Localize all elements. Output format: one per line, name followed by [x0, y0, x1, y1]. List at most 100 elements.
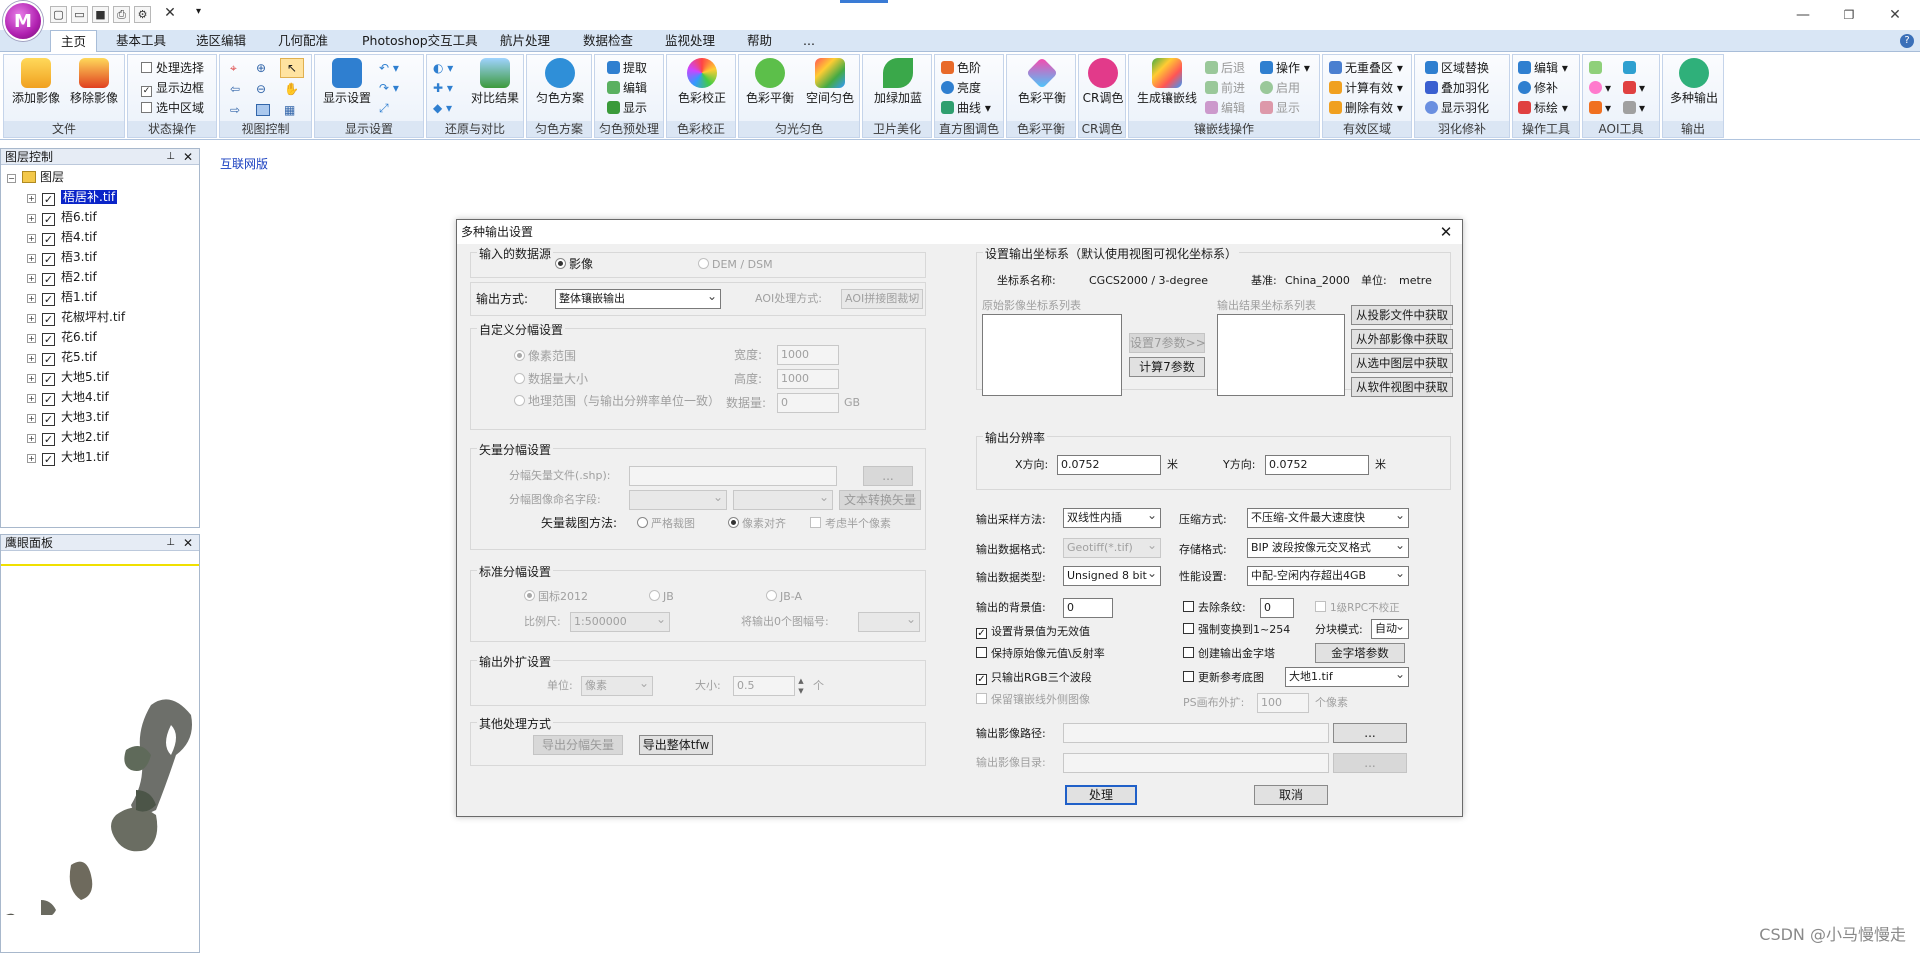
bg-invalid-checkbox[interactable]: ✓ 设置背景值为无效值 [976, 624, 1090, 640]
aoi-clip-icon[interactable]: ▾ [1623, 99, 1645, 117]
panel-close-icon[interactable]: ✕ [183, 149, 193, 165]
optool-mark-button[interactable]: 标绘 ▾ [1518, 99, 1568, 117]
scale-select[interactable]: 1:500000 [570, 612, 670, 632]
tab-help[interactable]: 帮助 [737, 30, 782, 52]
show-preview-button[interactable]: 显示 [607, 99, 647, 117]
stripe-checkbox[interactable]: 去除条纹: [1183, 600, 1246, 616]
fit-icon[interactable]: ⤢ [379, 99, 389, 117]
optool-edit-button[interactable]: 编辑 ▾ [1518, 59, 1568, 77]
multi-output-button[interactable]: 多种输出 [1665, 58, 1723, 105]
layer-visible-checkbox[interactable]: ✓ [42, 273, 55, 286]
layer-visible-checkbox[interactable]: ✓ [42, 293, 55, 306]
optool-patch-button[interactable]: 修补 [1518, 79, 1558, 97]
radio-align[interactable]: 像素对齐 [728, 516, 786, 532]
app-logo[interactable]: M [3, 1, 43, 41]
store-select[interactable]: BIP 波段按像元交叉格式 [1247, 538, 1409, 558]
undo-icon[interactable]: ↶ ▾ [379, 59, 399, 77]
block-mode-select[interactable]: 自动 [1371, 619, 1409, 639]
restore-button[interactable]: ❐ [1826, 0, 1872, 30]
fullextent-icon[interactable]: ⌖ [230, 59, 237, 77]
expand-icon[interactable]: + [27, 414, 36, 423]
edit-preview-button[interactable]: 编辑 [607, 79, 647, 97]
expand-size-input[interactable]: 0.5 [733, 676, 795, 696]
stripe-input[interactable]: 0 [1260, 598, 1294, 618]
collapse-icon[interactable]: − [7, 174, 16, 183]
show-border-checkbox[interactable]: ✓ 显示边框 [141, 79, 204, 97]
expand-unit-select[interactable]: 像素 [581, 676, 653, 696]
seam-forward-button[interactable]: 前进 [1205, 79, 1245, 97]
keep-reflectance-checkbox[interactable]: 保持原始像元值\反射率 [976, 646, 1105, 662]
tab-more[interactable]: ... [793, 30, 825, 52]
seam-back-button[interactable]: 后退 [1205, 59, 1245, 77]
radio-data-size[interactable]: 数据量大小 [514, 371, 588, 387]
base-select[interactable]: 大地1.tif [1285, 667, 1409, 687]
add-image-button[interactable]: 添加影像 [8, 58, 64, 105]
redo-icon[interactable]: ↷ ▾ [379, 79, 399, 97]
export-vector-button[interactable]: 导出分幅矢量 [533, 735, 623, 755]
overview-map[interactable] [1, 655, 199, 915]
back-view-icon[interactable]: ⇦ [230, 80, 240, 98]
tab-home[interactable]: 主页 [50, 30, 98, 53]
radio-jb[interactable]: JB [649, 589, 674, 605]
aoi-rect-icon[interactable] [1589, 59, 1605, 77]
save-icon[interactable]: ■ [92, 6, 109, 23]
forward-view-icon[interactable]: ⇨ [230, 101, 240, 119]
layer-item[interactable]: + ✓ 大地4.tif [27, 389, 109, 406]
resample-select[interactable]: 双线性内插 [1063, 508, 1161, 528]
expand-icon[interactable]: + [27, 374, 36, 383]
layer-item[interactable]: + ✓ 大地2.tif [27, 429, 109, 446]
calc-7-params-button[interactable]: 计算7参数 [1129, 357, 1205, 377]
close-window-button[interactable]: ✕ [1872, 0, 1918, 30]
overlay-feather-button[interactable]: 叠加羽化 [1425, 79, 1489, 97]
brightness-button[interactable]: 亮度 [941, 79, 981, 97]
layer-visible-checkbox[interactable]: ✓ [42, 453, 55, 466]
radio-gb2012[interactable]: 国标2012 [524, 589, 588, 605]
expand-icon[interactable]: + [27, 334, 36, 343]
spinner-arrows-icon[interactable]: ▲ ▼ [796, 676, 806, 696]
pointer-icon[interactable]: ↖ [280, 58, 304, 78]
seam-edit-button[interactable]: 编辑 [1205, 99, 1245, 117]
export-tfw-button[interactable]: 导出整体tfw [639, 735, 713, 755]
layer-visible-checkbox[interactable]: ✓ [42, 353, 55, 366]
process-button[interactable]: 处理 [1065, 785, 1137, 805]
compress-select[interactable]: 不压缩-文件最大速度快 [1247, 508, 1409, 528]
layer-item[interactable]: + ✓ 梧1.tif [27, 289, 97, 306]
from-projection-button[interactable]: 从投影文件中获取 [1351, 305, 1453, 325]
aoi-pen-icon[interactable]: ▾ [1623, 79, 1645, 97]
layer-item[interactable]: + ✓ 梧2.tif [27, 269, 97, 286]
from-view-button[interactable]: 从软件视图中获取 [1351, 377, 1453, 397]
minimize-button[interactable]: — [1780, 0, 1826, 30]
layer-visible-checkbox[interactable]: ✓ [42, 333, 55, 346]
perf-select[interactable]: 中配-空闲内存超出4GB [1247, 566, 1409, 586]
vector-file-input[interactable] [629, 466, 837, 486]
color-balance-button[interactable]: 色彩平衡 [741, 58, 799, 105]
output-path-browse-button[interactable]: ... [1333, 723, 1407, 743]
quick-access-menu-icon[interactable]: ▾ [196, 6, 201, 17]
close-doc-icon[interactable]: ✕ [158, 6, 182, 23]
settings-gear-icon[interactable]: ⚙ [134, 6, 151, 23]
ps-expand-input[interactable]: 100 [1257, 693, 1309, 713]
pan-hand-icon[interactable]: ✋ [284, 80, 299, 98]
process-select-checkbox[interactable]: 处理选择 [141, 59, 204, 77]
expand-icon[interactable]: + [27, 234, 36, 243]
layer-visible-checkbox[interactable]: ✓ [42, 433, 55, 446]
cancel-button[interactable]: 取消 [1254, 785, 1328, 805]
extent-icon[interactable] [256, 104, 270, 116]
selected-region-checkbox[interactable]: 选中区域 [141, 99, 204, 117]
layer-visible-checkbox[interactable]: ✓ [42, 313, 55, 326]
text-to-vector-button[interactable]: 文本转换矢量 [839, 490, 921, 510]
size-input[interactable]: 0 [777, 393, 839, 413]
x-res-input[interactable]: 0.0752 [1057, 455, 1161, 475]
radio-image[interactable]: 影像 [555, 256, 593, 272]
radio-strict[interactable]: 严格裁图 [637, 516, 695, 532]
layer-visible-checkbox[interactable]: ✓ [42, 233, 55, 246]
layer-item[interactable]: + ✓ 梧6.tif [27, 209, 97, 226]
spatial-color-button[interactable]: 空间匀色 [801, 58, 859, 105]
expand-icon[interactable]: + [27, 354, 36, 363]
name-field-select[interactable] [629, 490, 727, 510]
output-dir-input[interactable] [1063, 753, 1329, 773]
internet-version-link[interactable]: 互联网版 [220, 155, 268, 172]
expand-icon[interactable]: + [27, 394, 36, 403]
add-compare-icon[interactable]: ✚ ▾ [433, 79, 453, 97]
tab-selection-edit[interactable]: 选区编辑 [186, 30, 256, 52]
